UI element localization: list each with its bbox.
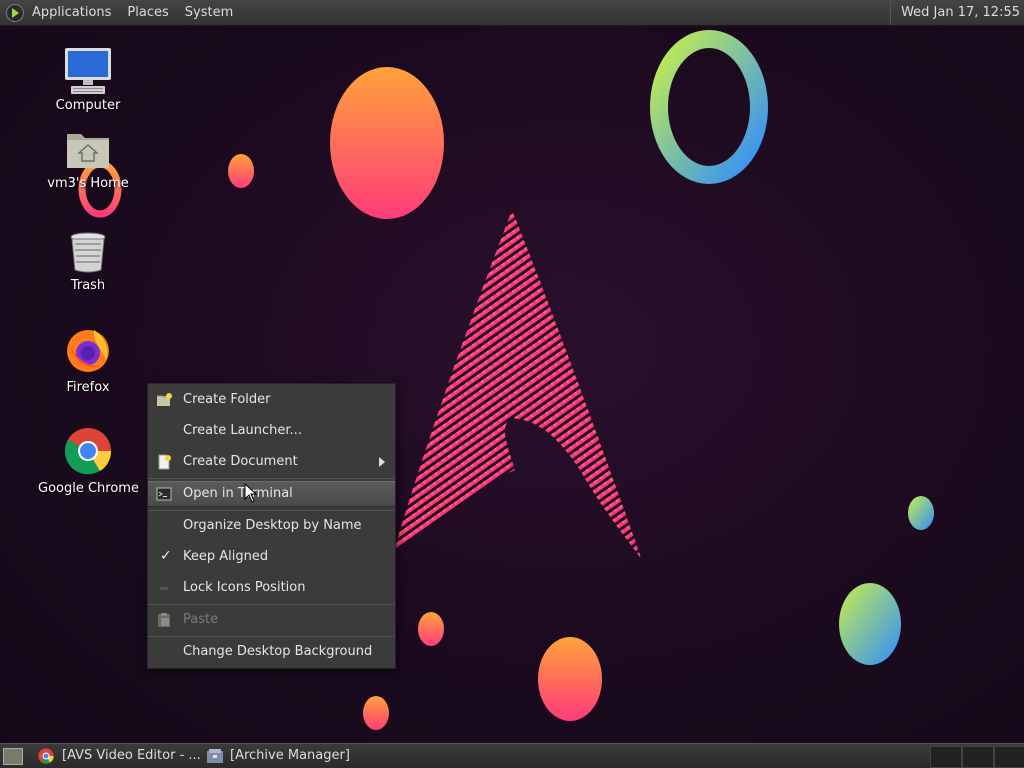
menu-item-label: Create Folder — [183, 392, 271, 407]
menu-separator — [148, 636, 395, 637]
menu-item-create-document[interactable]: Create Document — [148, 450, 395, 474]
menu-item-label: Keep Aligned — [183, 549, 269, 564]
workspace-switcher-2[interactable] — [962, 746, 994, 768]
desktop-icon-trash[interactable]: Trash — [38, 230, 138, 293]
places-menu[interactable]: Places — [119, 0, 176, 25]
desktop-icon-label: Computer — [55, 98, 121, 113]
menu-item-label: Organize Desktop by Name — [183, 518, 362, 533]
menu-item-change-background[interactable]: Change Desktop Background — [148, 640, 395, 664]
desktop-icon-label: Firefox — [66, 380, 110, 395]
orb — [330, 67, 444, 219]
menu-item-open-terminal[interactable]: Open in Terminal — [148, 481, 395, 507]
submenu-arrow-icon — [379, 457, 385, 467]
chrome-icon — [64, 428, 112, 475]
desktop-icon-chrome[interactable]: Google Chrome — [38, 427, 139, 496]
chrome-icon — [38, 748, 54, 764]
checkmark-icon: ✓ — [160, 548, 172, 564]
document-new-icon — [158, 454, 171, 470]
menu-item-paste: Paste — [148, 608, 395, 632]
distro-logo-icon[interactable] — [6, 3, 24, 22]
desktop-icon-computer[interactable]: Computer — [38, 46, 138, 113]
orb — [908, 496, 934, 530]
unchecked-indicator-icon — [160, 587, 168, 590]
orb — [538, 637, 602, 721]
orb — [363, 696, 389, 730]
trash-icon — [70, 232, 106, 273]
desktop-icon-firefox[interactable]: Firefox — [38, 326, 138, 395]
bottom-panel: [AVS Video Editor - ... [Archive Manager… — [0, 743, 1024, 768]
menu-item-label: Paste — [183, 612, 219, 627]
desktop-icon-label: vm3's Home — [47, 176, 129, 191]
system-menu[interactable]: System — [177, 0, 241, 25]
archive-manager-icon — [207, 749, 223, 763]
firefox-icon — [67, 330, 109, 372]
applications-menu[interactable]: Applications — [24, 0, 119, 25]
workspace-switcher-3[interactable] — [994, 746, 1024, 768]
desktop-icon-label: Google Chrome — [38, 481, 139, 496]
menu-item-label: Lock Icons Position — [183, 580, 306, 595]
show-desktop-icon[interactable] — [3, 748, 23, 765]
menu-item-create-launcher[interactable]: Create Launcher... — [148, 419, 395, 443]
desktop-context-menu: Create Folder Create Launcher... Create … — [147, 383, 396, 669]
computer-icon — [65, 48, 111, 94]
orb — [839, 583, 901, 665]
orb — [228, 154, 254, 188]
menu-item-create-folder[interactable]: Create Folder — [148, 388, 395, 412]
menu-item-label: Create Document — [183, 454, 298, 469]
menu-item-label: Open in Terminal — [183, 486, 293, 501]
taskbar-button-label: [AVS Video Editor - ... — [62, 748, 201, 763]
menu-separator — [148, 510, 395, 511]
folder-new-icon — [157, 393, 172, 406]
menu-item-label: Change Desktop Background — [183, 644, 373, 659]
mouse-cursor-icon — [244, 483, 258, 503]
menu-item-keep-aligned[interactable]: ✓ Keep Aligned — [148, 545, 395, 569]
terminal-icon — [156, 487, 172, 501]
desktop-icon-home[interactable]: vm3's Home — [38, 130, 138, 191]
ring — [650, 30, 768, 184]
menu-separator — [148, 604, 395, 605]
taskbar-button-label: [Archive Manager] — [230, 748, 350, 763]
menu-item-organize-by-name[interactable]: Organize Desktop by Name — [148, 514, 395, 538]
menu-separator — [148, 478, 395, 479]
taskbar-button-archive-manager[interactable]: [Archive Manager] — [202, 744, 402, 768]
clock[interactable]: Wed Jan 17, 12:55 — [890, 0, 1020, 25]
desktop-icon-label: Trash — [70, 278, 106, 293]
paste-icon — [158, 613, 170, 627]
menu-item-lock-icons[interactable]: Lock Icons Position — [148, 576, 395, 600]
taskbar-button-avs-video-editor[interactable]: [AVS Video Editor - ... — [34, 744, 201, 768]
orb — [418, 612, 444, 646]
workspace-switcher-1[interactable] — [930, 746, 962, 768]
top-panel: Applications Places System Wed Jan 17, 1… — [0, 0, 1024, 26]
home-folder-icon — [67, 134, 109, 168]
menu-item-label: Create Launcher... — [183, 423, 302, 438]
arch-logo — [394, 210, 642, 560]
